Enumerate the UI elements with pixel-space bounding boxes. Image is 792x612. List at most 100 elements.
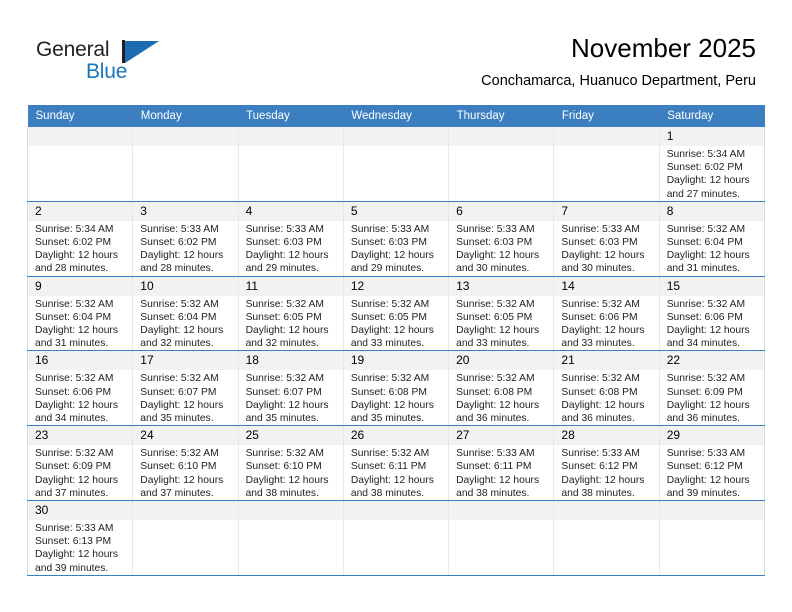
day-details: Sunrise: 5:34 AM Sunset: 6:02 PM Daylight:… xyxy=(28,221,132,276)
sunrise-text: Sunrise: 5:32 AM xyxy=(456,298,535,310)
daylight-text-line1: Daylight: 12 hours xyxy=(561,250,645,262)
calendar-day-cell[interactable]: 9 Sunrise: 5:32 AM Sunset: 6:04 PM Daylight… xyxy=(26,276,134,352)
sunset-text: Sunset: 6:03 PM xyxy=(561,237,638,249)
day-number: 11 xyxy=(238,276,343,296)
calendar-cell-inner: 25 Sunrise: 5:32 AM Sunset: 6:10 PM Dayligh… xyxy=(238,426,343,500)
sunset-text: Sunset: 6:10 PM xyxy=(245,461,322,473)
triangle-flag-icon xyxy=(125,41,159,63)
sunset-text: Sunset: 6:12 PM xyxy=(666,461,743,473)
day-number: 7 xyxy=(554,201,659,221)
day-details: Sunrise: 5:32 AM Sunset: 6:04 PM Daylight:… xyxy=(133,296,237,351)
calendar-day-cell[interactable]: 16 Sunrise: 5:32 AM Sunset: 6:06 PM Dayligh… xyxy=(26,350,134,427)
calendar-day-cell[interactable]: 1 Sunrise: 5:34 AM Sunset: 6:02 PM Daylight… xyxy=(658,127,766,202)
calendar-day-cell[interactable]: 11 Sunrise: 5:32 AM Sunset: 6:05 PM Dayligh… xyxy=(237,276,344,352)
calendar-cell-empty xyxy=(448,127,555,202)
calendar-day-cell[interactable]: 14 Sunrise: 5:32 AM Sunset: 6:06 PM Dayligh… xyxy=(553,276,660,352)
calendar-cell-empty xyxy=(237,127,344,202)
calendar-day-cell[interactable]: 17 Sunrise: 5:32 AM Sunset: 6:07 PM Dayligh… xyxy=(132,350,239,427)
sunrise-text: Sunrise: 5:32 AM xyxy=(561,373,640,385)
calendar-cell-inner xyxy=(238,127,343,201)
calendar-day-cell[interactable]: 27 Sunrise: 5:33 AM Sunset: 6:11 PM Dayligh… xyxy=(448,425,555,502)
calendar-day-cell[interactable]: 23 Sunrise: 5:32 AM Sunset: 6:09 PM Dayligh… xyxy=(26,425,134,502)
sunrise-text: Sunrise: 5:32 AM xyxy=(350,298,430,310)
sunset-text: Sunset: 6:05 PM xyxy=(456,311,533,323)
day-number: 10 xyxy=(133,276,238,296)
calendar-day-cell[interactable]: 29 Sunrise: 5:33 AM Sunset: 6:12 PM Dayligh… xyxy=(658,425,766,502)
daylight-text-line2: and 28 minutes. xyxy=(140,263,214,275)
sunrise-text: Sunrise: 5:33 AM xyxy=(456,448,535,460)
daylight-text-line2: and 38 minutes. xyxy=(245,487,319,499)
day-number: 27 xyxy=(449,426,554,446)
calendar-day-cell[interactable]: 12 Sunrise: 5:32 AM Sunset: 6:05 PM Dayligh… xyxy=(342,276,450,352)
sunset-text: Sunset: 6:02 PM xyxy=(666,162,743,174)
generalblue-logo[interactable]: General Blue xyxy=(36,38,216,90)
calendar-day-cell[interactable]: 20 Sunrise: 5:32 AM Sunset: 6:08 PM Dayligh… xyxy=(448,350,555,427)
calendar-day-cell[interactable]: 28 Sunrise: 5:33 AM Sunset: 6:12 PM Dayligh… xyxy=(553,425,660,502)
logo-text-blue: Blue xyxy=(86,60,128,83)
sunrise-text: Sunrise: 5:33 AM xyxy=(350,223,430,235)
calendar-day-cell[interactable]: 19 Sunrise: 5:32 AM Sunset: 6:08 PM Dayligh… xyxy=(342,350,450,427)
sunset-text: Sunset: 6:07 PM xyxy=(245,386,322,398)
daylight-text-line1: Daylight: 12 hours xyxy=(456,474,540,486)
calendar-day-cell[interactable]: 8 Sunrise: 5:32 AM Sunset: 6:04 PM Daylight… xyxy=(658,201,766,277)
daylight-text-line1: Daylight: 12 hours xyxy=(350,399,434,411)
day-details: Sunrise: 5:32 AM Sunset: 6:06 PM Daylight:… xyxy=(554,296,658,351)
calendar-cell-empty xyxy=(132,127,239,202)
daylight-text-line2: and 27 minutes. xyxy=(666,188,740,200)
calendar-day-cell[interactable]: 25 Sunrise: 5:32 AM Sunset: 6:10 PM Dayligh… xyxy=(237,425,344,502)
calendar-day-cell[interactable]: 2 Sunrise: 5:34 AM Sunset: 6:02 PM Daylight… xyxy=(26,201,134,277)
day-number: 8 xyxy=(659,201,764,221)
daylight-text-line1: Daylight: 12 hours xyxy=(140,250,224,262)
calendar-cell-inner: 2 Sunrise: 5:34 AM Sunset: 6:02 PM Daylight… xyxy=(28,201,133,276)
calendar-day-cell[interactable]: 18 Sunrise: 5:32 AM Sunset: 6:07 PM Dayligh… xyxy=(237,350,344,427)
calendar-cell-empty xyxy=(658,500,766,576)
day-number: 17 xyxy=(133,351,238,371)
calendar-day-cell[interactable]: 4 Sunrise: 5:33 AM Sunset: 6:03 PM Daylight… xyxy=(237,201,344,277)
day-number: 21 xyxy=(554,351,659,371)
day-number: 2 xyxy=(28,201,133,221)
calendar-day-cell[interactable]: 30 Sunrise: 5:33 AM Sunset: 6:13 PM Dayligh… xyxy=(26,500,134,576)
calendar-cell-inner: 8 Sunrise: 5:32 AM Sunset: 6:04 PM Daylight… xyxy=(659,201,764,276)
calendar-day-cell[interactable]: 22 Sunrise: 5:32 AM Sunset: 6:09 PM Dayligh… xyxy=(658,350,766,427)
day-number: 18 xyxy=(238,351,343,371)
calendar-day-cell[interactable]: 6 Sunrise: 5:33 AM Sunset: 6:03 PM Daylight… xyxy=(448,201,555,277)
weekday-header-monday: Monday xyxy=(132,105,239,127)
day-details: Sunrise: 5:32 AM Sunset: 6:08 PM Daylight:… xyxy=(449,370,553,425)
daylight-text-line1: Daylight: 12 hours xyxy=(561,474,645,486)
calendar-day-cell[interactable]: 3 Sunrise: 5:33 AM Sunset: 6:02 PM Daylight… xyxy=(132,201,239,277)
day-number: 28 xyxy=(554,426,659,446)
daylight-text-line1: Daylight: 12 hours xyxy=(350,474,434,486)
sunrise-text: Sunrise: 5:32 AM xyxy=(561,298,640,310)
daylight-text-line1: Daylight: 12 hours xyxy=(456,399,540,411)
weekday-header-thursday: Thursday xyxy=(448,105,554,127)
calendar-day-cell[interactable]: 7 Sunrise: 5:33 AM Sunset: 6:03 PM Daylight… xyxy=(553,201,660,277)
calendar-day-cell[interactable]: 5 Sunrise: 5:33 AM Sunset: 6:03 PM Daylight… xyxy=(342,201,450,277)
daylight-text-line1: Daylight: 12 hours xyxy=(350,325,434,337)
daylight-text-line2: and 29 minutes. xyxy=(350,263,425,275)
day-details: Sunrise: 5:33 AM Sunset: 6:12 PM Daylight:… xyxy=(554,445,658,500)
day-number xyxy=(554,127,659,146)
calendar-day-cell[interactable]: 15 Sunrise: 5:32 AM Sunset: 6:06 PM Dayligh… xyxy=(658,276,766,352)
sunset-text: Sunset: 6:11 PM xyxy=(456,461,532,473)
daylight-text-line2: and 38 minutes. xyxy=(561,487,635,499)
calendar-day-cell[interactable]: 13 Sunrise: 5:32 AM Sunset: 6:05 PM Dayligh… xyxy=(448,276,555,352)
day-details: Sunrise: 5:32 AM Sunset: 6:04 PM Daylight:… xyxy=(660,221,764,276)
calendar-cell-inner: 20 Sunrise: 5:32 AM Sunset: 6:08 PM Dayligh… xyxy=(449,351,554,425)
sunrise-text: Sunrise: 5:33 AM xyxy=(245,223,324,235)
daylight-text-line2: and 36 minutes. xyxy=(561,413,635,425)
calendar-day-cell[interactable]: 26 Sunrise: 5:32 AM Sunset: 6:11 PM Dayligh… xyxy=(342,425,450,502)
day-number: 22 xyxy=(659,351,764,371)
day-details: Sunrise: 5:33 AM Sunset: 6:03 PM Daylight:… xyxy=(239,221,343,276)
sunrise-text: Sunrise: 5:33 AM xyxy=(666,448,746,460)
day-details: Sunrise: 5:32 AM Sunset: 6:09 PM Daylight:… xyxy=(28,445,132,500)
day-number: 25 xyxy=(238,426,343,446)
weekday-header-tuesday: Tuesday xyxy=(238,105,344,127)
calendar-day-cell[interactable]: 21 Sunrise: 5:32 AM Sunset: 6:08 PM Dayligh… xyxy=(553,350,660,427)
calendar-cell-empty xyxy=(553,127,660,202)
calendar-day-cell[interactable]: 10 Sunrise: 5:32 AM Sunset: 6:04 PM Dayligh… xyxy=(132,276,239,352)
day-number: 19 xyxy=(343,351,449,371)
daylight-text-line1: Daylight: 12 hours xyxy=(140,325,224,337)
daylight-text-line1: Daylight: 12 hours xyxy=(666,399,750,411)
calendar-day-cell[interactable]: 24 Sunrise: 5:32 AM Sunset: 6:10 PM Dayligh… xyxy=(132,425,239,502)
weekday-header-sunday: Sunday xyxy=(27,105,133,127)
